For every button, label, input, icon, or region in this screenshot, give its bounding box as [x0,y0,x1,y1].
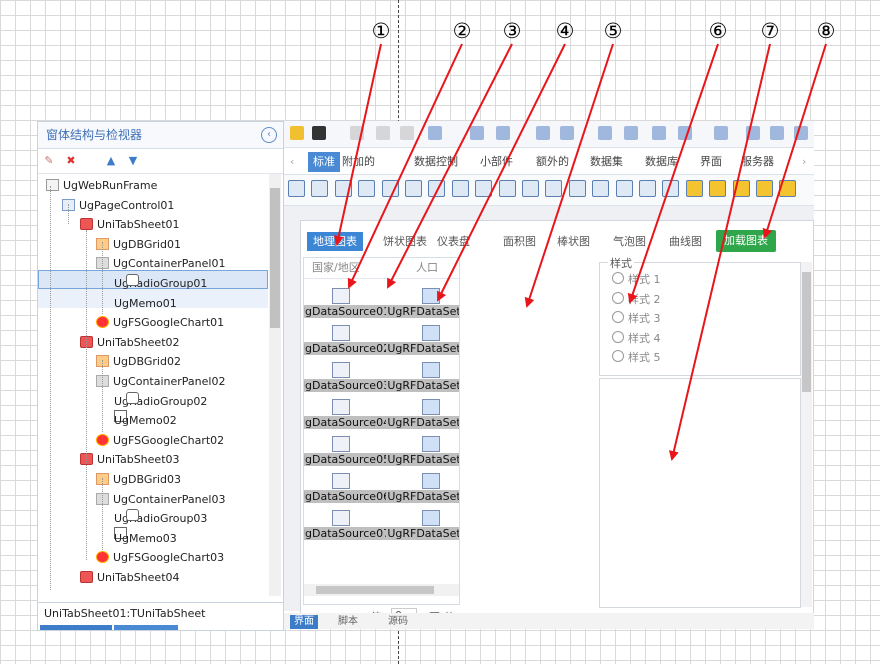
marker-5: ⑤ [603,19,623,43]
marker-2: ② [452,19,472,43]
annotation-arrow-8 [762,43,827,239]
marker-7: ⑦ [760,19,780,43]
marker-4: ④ [555,19,575,43]
annotation-arrow-7 [668,43,771,461]
marker-8: ⑧ [816,19,836,43]
annotation-arrow-4 [437,43,566,302]
annotation-arrow-5 [524,43,614,308]
annotation-arrow-1 [333,43,382,246]
annotation-arrows [333,43,827,461]
marker-6: ⑥ [708,19,728,43]
marker-1: ① [371,19,391,43]
marker-3: ③ [502,19,522,43]
annotation-arrow-6 [627,43,719,304]
